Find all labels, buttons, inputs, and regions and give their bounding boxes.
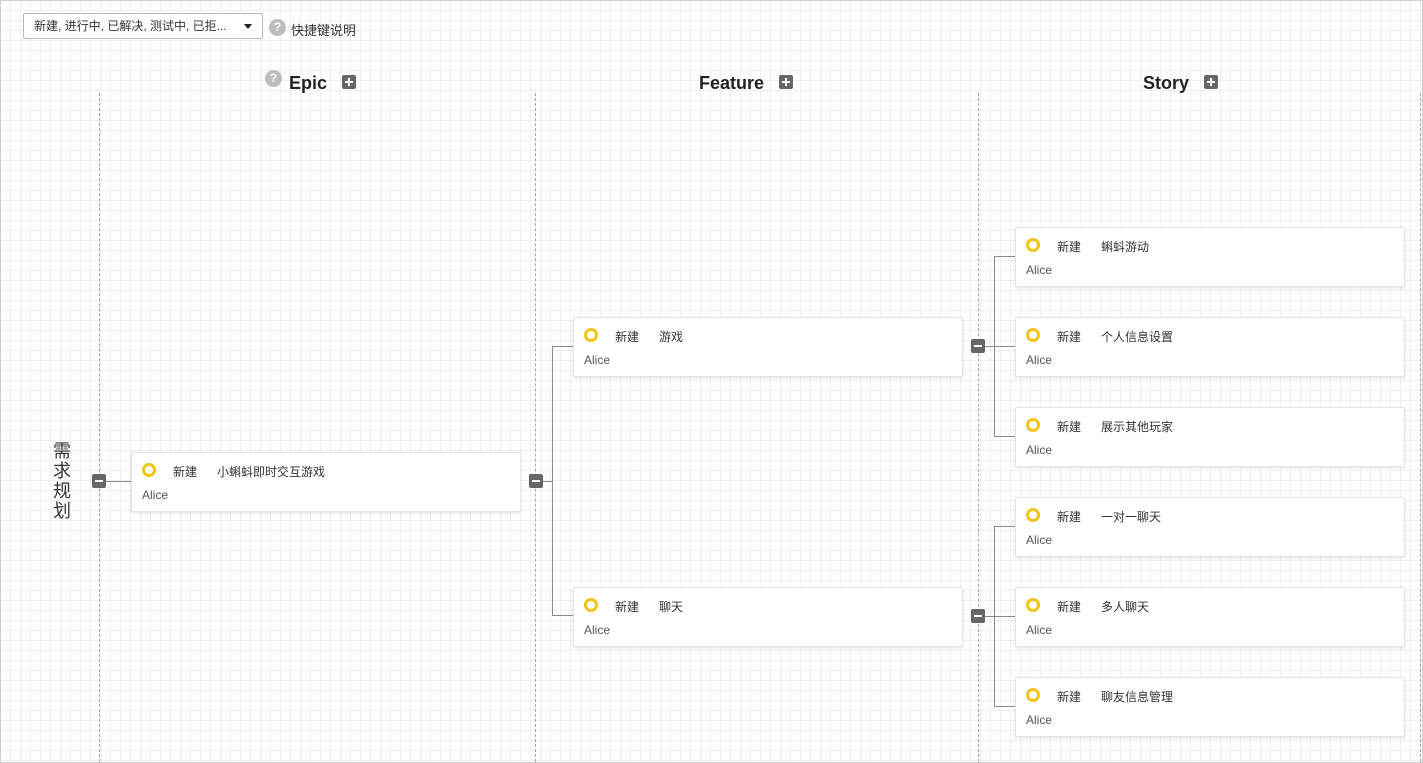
card-title[interactable]: 展示其他玩家 — [1101, 418, 1173, 435]
tree-connector — [552, 346, 553, 616]
epic-help-icon[interactable]: ? — [265, 70, 282, 87]
status-new-icon — [1026, 508, 1040, 522]
story-card[interactable]: 新建 蝌蚪游动 Alice — [1015, 227, 1405, 287]
status-new-icon — [1026, 238, 1040, 252]
tree-connector — [552, 615, 573, 616]
tree-connector — [994, 616, 1015, 617]
tree-connector — [552, 346, 573, 347]
status-new-icon — [142, 463, 156, 477]
card-title[interactable]: 聊友信息管理 — [1101, 688, 1173, 705]
story-card[interactable]: 新建 个人信息设置 Alice — [1015, 317, 1405, 377]
card-owner: Alice — [1026, 263, 1053, 277]
chevron-down-icon — [244, 24, 252, 29]
card-title[interactable]: 个人信息设置 — [1101, 328, 1173, 345]
story-card[interactable]: 新建 聊友信息管理 Alice — [1015, 677, 1405, 737]
card-status: 新建 — [1057, 330, 1082, 344]
story-card[interactable]: 新建 多人聊天 Alice — [1015, 587, 1405, 647]
column-title-story: Story — [1143, 73, 1190, 93]
help-icon[interactable]: ? — [269, 19, 286, 36]
status-filter-select[interactable]: 新建, 进行中, 已解决, 测试中, 已拒... — [23, 13, 263, 39]
tree-connector — [994, 436, 1015, 437]
tree-connector — [994, 526, 1015, 527]
card-title[interactable]: 一对一聊天 — [1101, 508, 1161, 525]
card-title[interactable]: 小蝌蚪即时交互游戏 — [217, 463, 325, 480]
shortcut-help-link[interactable]: 快捷键说明 — [291, 20, 356, 39]
status-new-icon — [584, 598, 598, 612]
tree-connector — [994, 346, 1015, 347]
status-new-icon — [1026, 328, 1040, 342]
column-divider — [978, 93, 979, 762]
column-divider — [99, 93, 100, 762]
column-title-epic: Epic — [289, 73, 328, 93]
card-status: 新建 — [173, 465, 198, 479]
card-status: 新建 — [1057, 240, 1082, 254]
collapse-root-button[interactable] — [92, 474, 106, 488]
card-owner: Alice — [1026, 623, 1053, 637]
status-new-icon — [1026, 598, 1040, 612]
card-owner: Alice — [1026, 713, 1053, 727]
card-owner: Alice — [584, 623, 611, 637]
card-title[interactable]: 聊天 — [659, 598, 683, 615]
card-title[interactable]: 多人聊天 — [1101, 598, 1149, 615]
card-title[interactable]: 游戏 — [659, 328, 683, 345]
status-filter-value: 新建, 进行中, 已解决, 测试中, 已拒... — [34, 19, 227, 33]
card-status: 新建 — [1057, 600, 1082, 614]
card-status: 新建 — [615, 330, 640, 344]
card-status: 新建 — [1057, 690, 1082, 704]
status-new-icon — [1026, 688, 1040, 702]
story-card[interactable]: 新建 展示其他玩家 Alice — [1015, 407, 1405, 467]
add-epic-button[interactable] — [342, 75, 356, 89]
tree-connector — [106, 481, 131, 482]
card-title[interactable]: 蝌蚪游动 — [1101, 238, 1149, 255]
card-owner: Alice — [142, 488, 169, 502]
card-owner: Alice — [1026, 533, 1053, 547]
card-status: 新建 — [1057, 420, 1082, 434]
story-card[interactable]: 新建 一对一聊天 Alice — [1015, 497, 1405, 557]
tree-connector — [994, 256, 1015, 257]
column-divider — [535, 93, 536, 762]
feature-card[interactable]: 新建 游戏 Alice — [573, 317, 963, 377]
status-new-icon — [584, 328, 598, 342]
collapse-feature-button[interactable] — [971, 609, 985, 623]
epic-card[interactable]: 新建 小蝌蚪即时交互游戏 Alice — [131, 452, 521, 512]
collapse-epic-button[interactable] — [529, 474, 543, 488]
card-status: 新建 — [615, 600, 640, 614]
tree-connector — [994, 706, 1015, 707]
add-feature-button[interactable] — [779, 75, 793, 89]
column-divider — [1420, 93, 1421, 762]
root-node-label: 需求规划 — [53, 441, 71, 521]
status-new-icon — [1026, 418, 1040, 432]
card-owner: Alice — [1026, 353, 1053, 367]
card-owner: Alice — [584, 353, 611, 367]
add-story-button[interactable] — [1204, 75, 1218, 89]
feature-card[interactable]: 新建 聊天 Alice — [573, 587, 963, 647]
column-title-feature: Feature — [699, 73, 765, 93]
card-owner: Alice — [1026, 443, 1053, 457]
collapse-feature-button[interactable] — [971, 339, 985, 353]
card-status: 新建 — [1057, 510, 1082, 524]
